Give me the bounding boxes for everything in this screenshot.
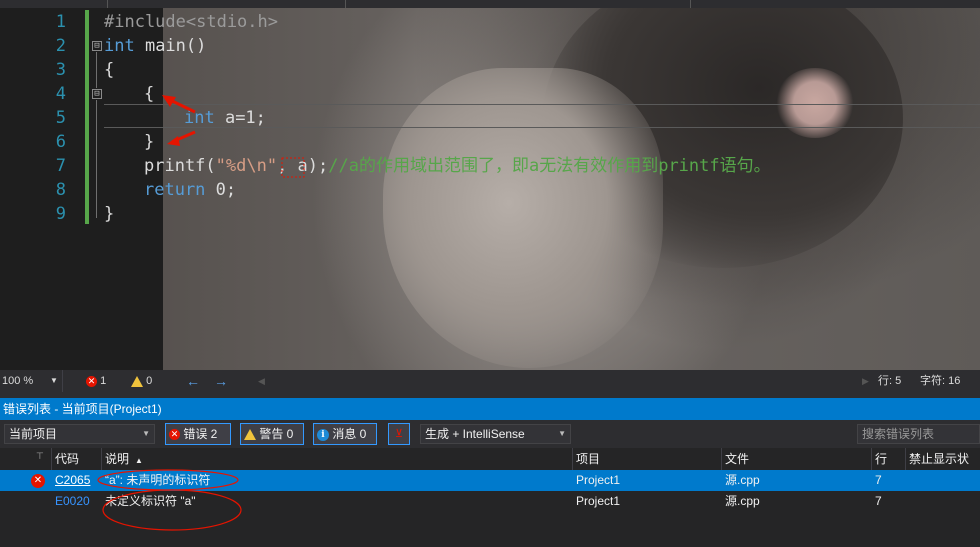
warnings-filter-button[interactable]: 警告 0 xyxy=(240,423,304,445)
error-count[interactable]: ✕ 1 xyxy=(86,370,106,392)
error-list-toolbar: 当前项目 ▼ ✕ 错误 2 警告 0 i 消息 0 ⊻ 生成 + IntelliS… xyxy=(0,420,980,448)
error-icon: ✕ xyxy=(86,375,97,387)
info-icon: i xyxy=(317,428,329,441)
messages-filter-label: 消息 0 xyxy=(332,427,367,441)
zoom-value: 100 % xyxy=(2,375,34,387)
annotation-ellipse xyxy=(97,469,239,491)
chevron-down-icon: ▼ xyxy=(142,429,150,438)
column-header-file[interactable]: 文件 xyxy=(722,448,872,470)
errors-filter-button[interactable]: ✕ 错误 2 xyxy=(165,423,231,445)
status-separator xyxy=(62,370,63,392)
scope-dropdown[interactable]: 当前项目 ▼ xyxy=(4,424,155,444)
column-header-project[interactable]: 项目 xyxy=(573,448,722,470)
warnings-filter-label: 警告 0 xyxy=(259,427,294,441)
search-placeholder: 搜索错误列表 xyxy=(862,427,935,441)
error-count-value: 1 xyxy=(100,375,107,387)
column-header-line[interactable]: 行 xyxy=(872,448,906,470)
annotation-ellipse xyxy=(102,489,242,531)
editor-status-bar: 100 % ▼ ✕ 1 0 ← → ◀ ▶ 行: 5 字符: 16 xyxy=(0,370,980,392)
error-file-cell: 源.cpp xyxy=(725,473,760,487)
red-arrow-icon xyxy=(162,95,196,114)
scroll-right-icon[interactable]: ▶ xyxy=(862,370,869,392)
nav-separator xyxy=(345,0,346,8)
arrow-left-icon[interactable]: ← xyxy=(186,370,200,392)
squiggle-mark xyxy=(281,157,305,178)
warning-icon xyxy=(244,429,256,441)
column-indicator: 字符: 16 xyxy=(920,375,961,387)
navigation-bar xyxy=(0,0,980,8)
search-input[interactable]: 搜索错误列表 xyxy=(857,424,980,444)
error-icon: ✕ xyxy=(169,429,180,441)
warning-count[interactable]: 0 xyxy=(131,370,152,392)
build-source-value: 生成 + IntelliSense xyxy=(425,427,525,441)
warning-icon xyxy=(131,375,143,387)
filter-icon[interactable]: ⊻ xyxy=(388,423,410,445)
annotation-ellipses xyxy=(97,469,242,531)
nav-separator xyxy=(690,0,691,8)
code-editor[interactable]: 1 2 3 4 5 6 7 8 9 ⊟ ⊟ #include<stdio.h> … xyxy=(0,8,980,370)
scope-value: 当前项目 xyxy=(9,427,58,441)
errors-filter-label: 错误 2 xyxy=(183,427,218,441)
error-line-cell: 7 xyxy=(875,494,882,508)
red-arrow-icon xyxy=(167,130,196,146)
nav-separator xyxy=(107,0,108,8)
zoom-level[interactable]: 100 % ▼ xyxy=(2,370,58,392)
arrow-right-icon[interactable]: → xyxy=(214,370,228,392)
error-project-cell: Project1 xyxy=(576,494,621,508)
warning-count-value: 0 xyxy=(146,375,153,387)
error-list-title: 错误列表 - 当前项目(Project1) xyxy=(0,398,980,420)
messages-filter-button[interactable]: i 消息 0 xyxy=(313,423,377,445)
error-line-cell: 7 xyxy=(875,473,882,487)
annotation-overlay xyxy=(162,95,305,178)
chevron-down-icon: ▼ xyxy=(50,376,58,385)
error-file-cell: 源.cpp xyxy=(725,494,760,508)
error-project-cell: Project1 xyxy=(576,473,621,487)
line-indicator: 行: 5 xyxy=(878,375,902,387)
build-source-dropdown[interactable]: 生成 + IntelliSense ▼ xyxy=(420,424,571,444)
scroll-left-icon[interactable]: ◀ xyxy=(258,370,265,392)
column-header-suppression[interactable]: 禁止显示状态 xyxy=(906,448,980,488)
chevron-down-icon: ▼ xyxy=(558,429,566,438)
